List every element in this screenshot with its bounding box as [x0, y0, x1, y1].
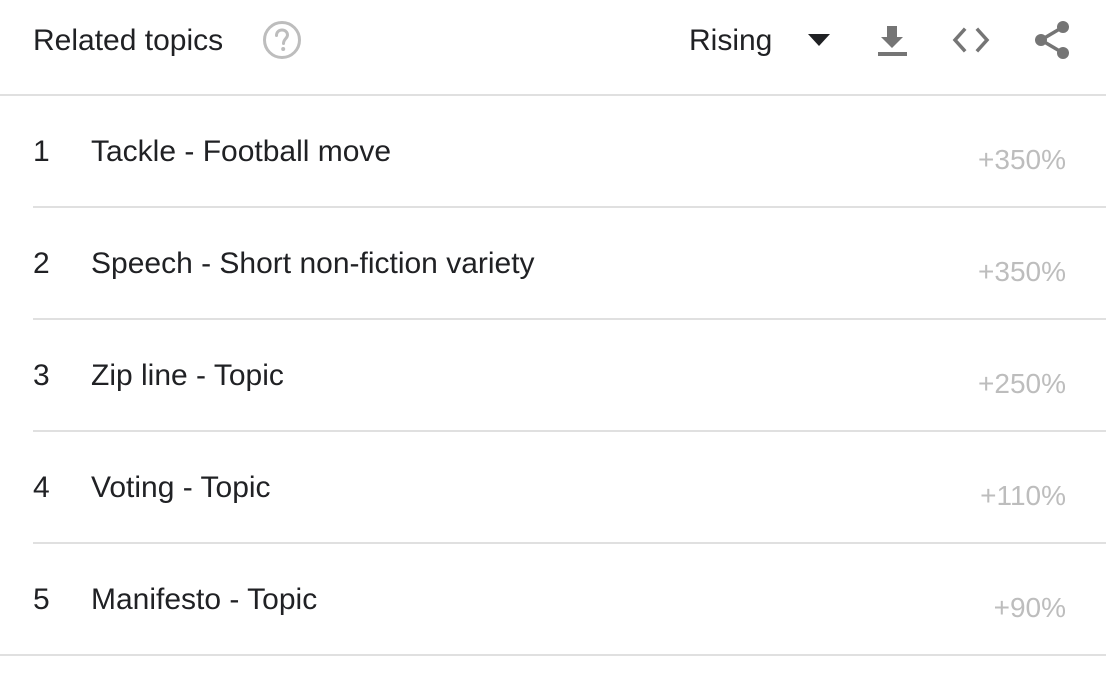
list-item[interactable]: 4 Voting - Topic +110%: [0, 432, 1106, 544]
rising-value: +90%: [993, 592, 1066, 623]
caret-down-icon: [807, 32, 831, 48]
rank-number: 4: [33, 471, 50, 504]
topic-label[interactable]: Tackle - Football move: [91, 133, 391, 171]
topic-label[interactable]: Manifesto - Topic: [91, 581, 317, 619]
rank-number: 2: [33, 247, 50, 280]
metric-selector-dropdown[interactable]: Rising: [672, 18, 842, 64]
widget-title: Related topics: [33, 24, 224, 57]
list-item[interactable]: 1 Tackle - Football move +350%: [0, 96, 1106, 208]
topic-label[interactable]: Speech - Short non-fiction variety: [91, 245, 535, 283]
rising-value: +250%: [978, 368, 1066, 399]
download-icon[interactable]: [872, 20, 912, 60]
related-topics-widget: Related topics Rising 1 Tackle - Footbal…: [0, 0, 1106, 676]
topic-label[interactable]: Voting - Topic: [91, 469, 271, 507]
topic-label[interactable]: Zip line - Topic: [91, 357, 284, 395]
rank-number: 1: [33, 135, 50, 168]
rising-value: +350%: [978, 256, 1066, 287]
list-item[interactable]: 2 Speech - Short non-fiction variety +35…: [0, 208, 1106, 320]
embed-code-icon[interactable]: [951, 20, 991, 60]
rank-number: 3: [33, 359, 50, 392]
rising-value: +110%: [980, 480, 1066, 511]
rank-number: 5: [33, 583, 50, 616]
topics-list: 1 Tackle - Football move +350% 2 Speech …: [0, 96, 1106, 656]
widget-header: Related topics Rising: [0, 0, 1106, 96]
metric-selector-value: Rising: [689, 24, 773, 57]
row-divider: [0, 654, 1106, 656]
rising-value: +350%: [978, 144, 1066, 175]
list-item[interactable]: 3 Zip line - Topic +250%: [0, 320, 1106, 432]
help-circle-icon[interactable]: [262, 20, 302, 60]
share-icon[interactable]: [1032, 20, 1072, 60]
list-item[interactable]: 5 Manifesto - Topic +90%: [0, 544, 1106, 656]
